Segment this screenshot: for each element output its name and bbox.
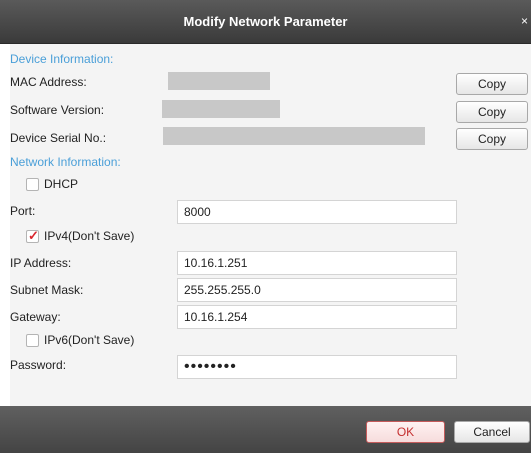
password-input[interactable] xyxy=(177,355,457,379)
gateway-input[interactable] xyxy=(177,305,457,329)
ipv4-checkbox[interactable]: ✓ xyxy=(26,228,39,243)
dhcp-checkbox[interactable] xyxy=(26,178,39,191)
dialog-title: Modify Network Parameter xyxy=(183,14,348,29)
dhcp-label: DHCP xyxy=(44,177,79,191)
dialog-footer: OK Cancel xyxy=(0,406,531,453)
password-label: Password: xyxy=(10,358,67,372)
close-icon[interactable]: × xyxy=(521,14,528,28)
dialog-content: Device Information: MAC Address: Copy So… xyxy=(10,44,531,406)
subnet-mask-label: Subnet Mask: xyxy=(10,283,84,297)
software-version-value xyxy=(162,100,280,118)
copy-software-button[interactable]: Copy xyxy=(456,101,528,123)
ipv6-label: IPv6(Don't Save) xyxy=(44,333,135,347)
device-information-header: Device Information: xyxy=(10,52,114,66)
mac-address-value xyxy=(168,72,270,90)
port-input[interactable] xyxy=(177,200,457,224)
network-information-header: Network Information: xyxy=(10,155,121,169)
cancel-button[interactable]: Cancel xyxy=(454,421,530,443)
ip-address-label: IP Address: xyxy=(10,256,72,270)
dialog-title-bar: Modify Network Parameter × xyxy=(0,0,531,44)
ok-button[interactable]: OK xyxy=(366,421,445,443)
device-serial-label: Device Serial No.: xyxy=(10,131,107,145)
mac-address-label: MAC Address: xyxy=(10,75,87,89)
software-version-label: Software Version: xyxy=(10,103,105,117)
checkmark-icon: ✓ xyxy=(28,228,39,243)
gateway-label: Gateway: xyxy=(10,310,61,324)
copy-serial-button[interactable]: Copy xyxy=(456,128,528,150)
port-label: Port: xyxy=(10,204,36,218)
ip-address-input[interactable] xyxy=(177,251,457,275)
ipv6-checkbox[interactable] xyxy=(26,334,39,347)
subnet-mask-input[interactable] xyxy=(177,278,457,302)
copy-mac-button[interactable]: Copy xyxy=(456,73,528,95)
device-serial-value xyxy=(163,127,425,145)
ipv4-label: IPv4(Don't Save) xyxy=(44,229,135,243)
